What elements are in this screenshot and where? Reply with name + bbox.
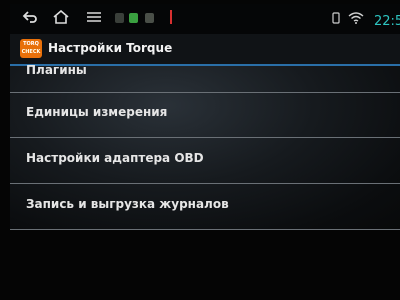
settings-item-units[interactable]: Единицы измерения: [10, 92, 400, 138]
notification-icon: [115, 13, 124, 23]
alert-indicator-icon: [170, 10, 172, 24]
settings-item-plugins[interactable]: Плагины: [10, 63, 400, 93]
wifi-icon: [348, 12, 364, 28]
page-title: Настройки Torque: [48, 41, 173, 55]
device-screen: 22:5 TORQ CHECK Настройки Torque Плагины…: [10, 4, 400, 230]
gallery-notification-icon: [145, 13, 154, 23]
menu-icon[interactable]: [86, 10, 102, 28]
back-arrow-icon[interactable]: [22, 10, 38, 28]
settings-item-obd-adapter[interactable]: Настройки адаптера OBD: [10, 137, 400, 184]
settings-item-label: Единицы измерения: [26, 105, 168, 119]
settings-item-label: Запись и выгрузка журналов: [26, 197, 229, 211]
phone-icon: [332, 12, 340, 28]
app-notification-icon: [129, 13, 138, 23]
app-header: TORQ CHECK Настройки Torque: [10, 34, 400, 66]
settings-item-label: Настройки адаптера OBD: [26, 151, 204, 165]
torque-logo-icon: TORQ CHECK: [20, 39, 42, 58]
settings-item-label: Плагины: [26, 63, 87, 77]
clock: 22:5: [374, 14, 400, 29]
settings-item-logging[interactable]: Запись и выгрузка журналов: [10, 183, 400, 230]
status-bar: 22:5: [10, 4, 400, 34]
home-icon[interactable]: [52, 9, 70, 28]
